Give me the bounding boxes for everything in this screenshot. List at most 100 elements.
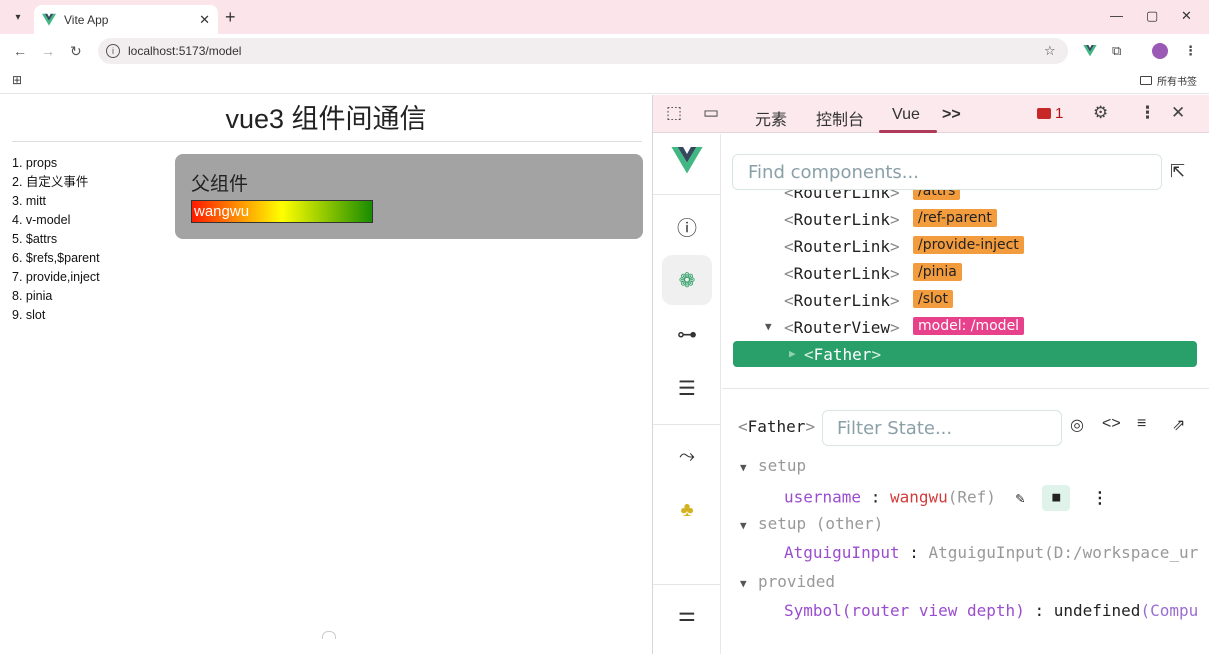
reload-icon[interactable]: ↻: [70, 43, 82, 60]
address-bar[interactable]: i localhost:5173/model: [98, 38, 1068, 64]
maximize-button[interactable]: ▢: [1146, 8, 1158, 24]
app-info-icon[interactable]: ⓘ: [662, 201, 712, 251]
route-badge: /ref-parent: [913, 209, 997, 227]
route-badge: model: /model: [913, 317, 1025, 335]
vue-devtools-extension-icon[interactable]: [1083, 45, 1097, 57]
router-icon[interactable]: ⤳: [662, 431, 712, 481]
nav-link-slot[interactable]: 9. slot: [12, 306, 100, 325]
tree-row[interactable]: <RouterLink> /slot: [722, 287, 1209, 314]
more-options-icon[interactable]: ⋮: [1092, 488, 1108, 507]
show-source-icon[interactable]: <>: [1102, 415, 1121, 433]
all-bookmarks-label: 所有书签: [1157, 77, 1197, 88]
tab-close-icon[interactable]: ✕: [199, 12, 210, 28]
nav-link-pinia[interactable]: 8. pinia: [12, 287, 100, 306]
tree-row[interactable]: ▼ <RouterView> model: /model: [722, 314, 1209, 341]
browser-menu-icon[interactable]: ⋮: [1184, 43, 1197, 59]
nav-list: 1. props 2. 自定义事件 3. mitt 4. v-model 5. …: [12, 154, 100, 325]
father-component-box: 父组件 wangwu: [175, 154, 643, 239]
page-title: vue3 组件间通信: [225, 104, 427, 134]
nav-link-custom-event[interactable]: 2. 自定义事件: [12, 173, 100, 192]
tree-row-selected[interactable]: ▶ <Father>: [733, 341, 1197, 367]
nav-link-v-model[interactable]: 4. v-model: [12, 211, 100, 230]
delete-trash-icon[interactable]: ■: [1042, 485, 1071, 511]
nav-link-props[interactable]: 1. props: [12, 154, 100, 173]
settings-sliders-icon[interactable]: ⚌: [662, 589, 712, 639]
pinia-icon[interactable]: ♣: [662, 485, 712, 535]
state-property-username[interactable]: username : wangwu(Ref) ✎ ■ ⋮: [722, 485, 1209, 514]
route-badge: /provide-inject: [913, 236, 1024, 254]
scroll-to-component-icon[interactable]: ◎: [1070, 415, 1084, 435]
inspect-element-icon[interactable]: ⬚: [666, 103, 682, 123]
property-key: Symbol(router view depth): [784, 601, 1025, 620]
devtools-menu-icon[interactable]: ⋮: [1139, 103, 1156, 123]
collapse-caret-icon[interactable]: ▶: [789, 347, 796, 360]
state-property-router-view-depth[interactable]: Symbol(router view depth) : undefined(Co…: [722, 601, 1209, 630]
minimize-button[interactable]: —: [1110, 8, 1123, 23]
forward-icon[interactable]: →: [41, 43, 55, 59]
state-property-atguiguinput[interactable]: AtguiguInput : AtguiguInput(D:/workspace…: [722, 543, 1209, 572]
tree-row-tag: RouterLink: [793, 264, 890, 283]
expand-caret-icon[interactable]: ▼: [765, 320, 772, 333]
bookmark-star-icon[interactable]: ☆: [1044, 43, 1056, 59]
find-components-input[interactable]: Find components...: [732, 154, 1162, 190]
devtools-close-icon[interactable]: ✕: [1171, 103, 1185, 123]
inspect-dom-icon[interactable]: ≡: [1137, 415, 1146, 433]
components-icon[interactable]: ❁: [662, 255, 712, 305]
active-tab-indicator: [879, 130, 937, 133]
devtools-tab-bar: ⬚ ▭ 元素 控制台 Vue >> 1 ⚙ ⋮ ✕: [653, 95, 1209, 133]
property-type: (Ref): [947, 487, 996, 507]
folder-icon: [1140, 76, 1152, 85]
section-label: setup (other): [758, 514, 884, 533]
components-panel: Find components... ⇱ <RouterLink> /attrs…: [722, 134, 1209, 654]
select-component-icon[interactable]: ⇱: [1170, 161, 1185, 182]
section-setup[interactable]: ▼ setup: [722, 456, 1209, 485]
tab-console[interactable]: 控制台: [816, 106, 864, 130]
component-tree-icon[interactable]: ⊶: [662, 309, 712, 359]
device-toolbar-icon[interactable]: ▭: [703, 103, 719, 123]
timeline-icon[interactable]: ☰: [662, 363, 712, 413]
tab-elements[interactable]: 元素: [755, 106, 787, 130]
property-value[interactable]: wangwu: [890, 488, 948, 507]
nav-link-attrs[interactable]: 5. $attrs: [12, 230, 100, 249]
route-badge: /pinia: [913, 263, 962, 281]
property-type: (Compu: [1140, 601, 1199, 620]
section-setup-other[interactable]: ▼ setup (other): [722, 514, 1209, 543]
nav-link-refs-parent[interactable]: 6. $refs,$parent: [12, 249, 100, 268]
nav-link-mitt[interactable]: 3. mitt: [12, 192, 100, 211]
open-in-editor-icon[interactable]: ⇗: [1172, 415, 1185, 435]
username-input[interactable]: wangwu: [191, 200, 373, 223]
browser-tab-bar: ▾ Vite App ✕ + — ▢ ✕: [0, 0, 1209, 34]
resize-handle[interactable]: [322, 631, 336, 639]
tree-row[interactable]: <RouterLink> /ref-parent: [722, 206, 1209, 233]
issues-button[interactable]: 1: [1037, 105, 1063, 122]
issues-icon: [1037, 108, 1051, 119]
nav-link-provide-inject[interactable]: 7. provide,inject: [12, 268, 100, 287]
edit-pencil-icon[interactable]: ✎: [1016, 489, 1025, 507]
tab-vue[interactable]: Vue: [892, 106, 920, 124]
all-bookmarks-button[interactable]: 所有书签: [1140, 73, 1197, 88]
page-viewport: vue3 组件间通信 1. props 2. 自定义事件 3. mitt 4. …: [0, 95, 652, 654]
apps-grid-icon[interactable]: ⊞: [12, 73, 22, 87]
filter-state-input[interactable]: Filter State...: [822, 410, 1062, 446]
section-caret-icon: ▼: [740, 577, 747, 590]
extensions-icon[interactable]: ⧉: [1112, 43, 1121, 59]
property-value: undefined: [1053, 601, 1141, 620]
window-close-button[interactable]: ✕: [1181, 8, 1192, 24]
section-provided[interactable]: ▼ provided: [722, 572, 1209, 601]
tree-row[interactable]: <RouterLink> /provide-inject: [722, 233, 1209, 260]
tree-row[interactable]: <RouterLink> /attrs: [722, 190, 1209, 206]
tree-row[interactable]: <RouterLink> /pinia: [722, 260, 1209, 287]
tab-search-icon[interactable]: ▾: [8, 7, 28, 27]
profile-avatar[interactable]: [1152, 43, 1168, 59]
property-key: username: [784, 487, 862, 507]
vue-favicon-icon: [42, 13, 56, 26]
site-info-icon[interactable]: i: [106, 44, 120, 58]
back-icon[interactable]: ←: [13, 43, 27, 59]
browser-tab[interactable]: Vite App ✕: [34, 5, 218, 34]
settings-gear-icon[interactable]: ⚙: [1093, 103, 1108, 123]
tree-row-tag: RouterLink: [793, 291, 890, 310]
new-tab-button[interactable]: +: [225, 7, 236, 28]
sidebar-divider: [653, 194, 721, 195]
more-tabs-icon[interactable]: >>: [942, 106, 961, 124]
section-caret-icon: ▼: [740, 519, 747, 532]
